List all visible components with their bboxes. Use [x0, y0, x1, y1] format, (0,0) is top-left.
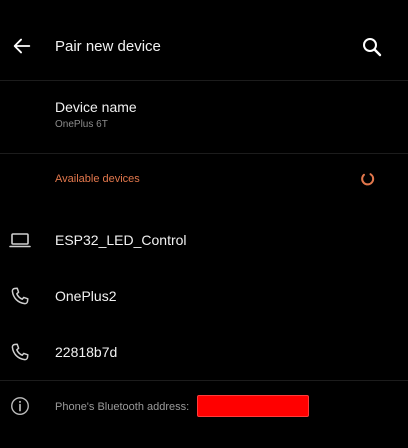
device-name-label: ESP32_LED_Control: [55, 232, 187, 248]
bluetooth-address-footer: Phone's Bluetooth address:: [0, 381, 408, 433]
pair-new-device-screen: Pair new device Device name OnePlus 6T A…: [0, 0, 408, 448]
device-row-esp32[interactable]: ESP32_LED_Control: [0, 212, 408, 268]
device-name-value: OnePlus 6T: [55, 119, 108, 130]
device-name-label: OnePlus2: [55, 288, 117, 304]
device-name-setting[interactable]: Device name OnePlus 6T: [0, 82, 408, 152]
search-button[interactable]: [356, 31, 388, 63]
available-devices-header: Available devices: [55, 173, 140, 185]
device-name-label: 22818b7d: [55, 344, 118, 360]
phone-icon: [8, 340, 32, 364]
redacted-address: [197, 395, 309, 417]
device-row-22818b7d[interactable]: 22818b7d: [0, 324, 408, 380]
device-row-oneplus2[interactable]: OnePlus2: [0, 268, 408, 324]
app-bar: Pair new device: [0, 0, 408, 80]
back-button[interactable]: [6, 30, 38, 62]
loading-spinner-icon: [361, 173, 375, 186]
search-icon: [363, 38, 382, 57]
divider: [0, 80, 408, 81]
phone-icon: [8, 284, 32, 308]
divider: [0, 153, 408, 154]
page-title: Pair new device: [55, 38, 161, 55]
bluetooth-address-label: Phone's Bluetooth address:: [55, 401, 190, 413]
arrow-left-icon: [13, 38, 31, 54]
laptop-icon: [8, 228, 32, 252]
device-name-title: Device name: [55, 99, 137, 115]
info-icon: [8, 394, 32, 418]
